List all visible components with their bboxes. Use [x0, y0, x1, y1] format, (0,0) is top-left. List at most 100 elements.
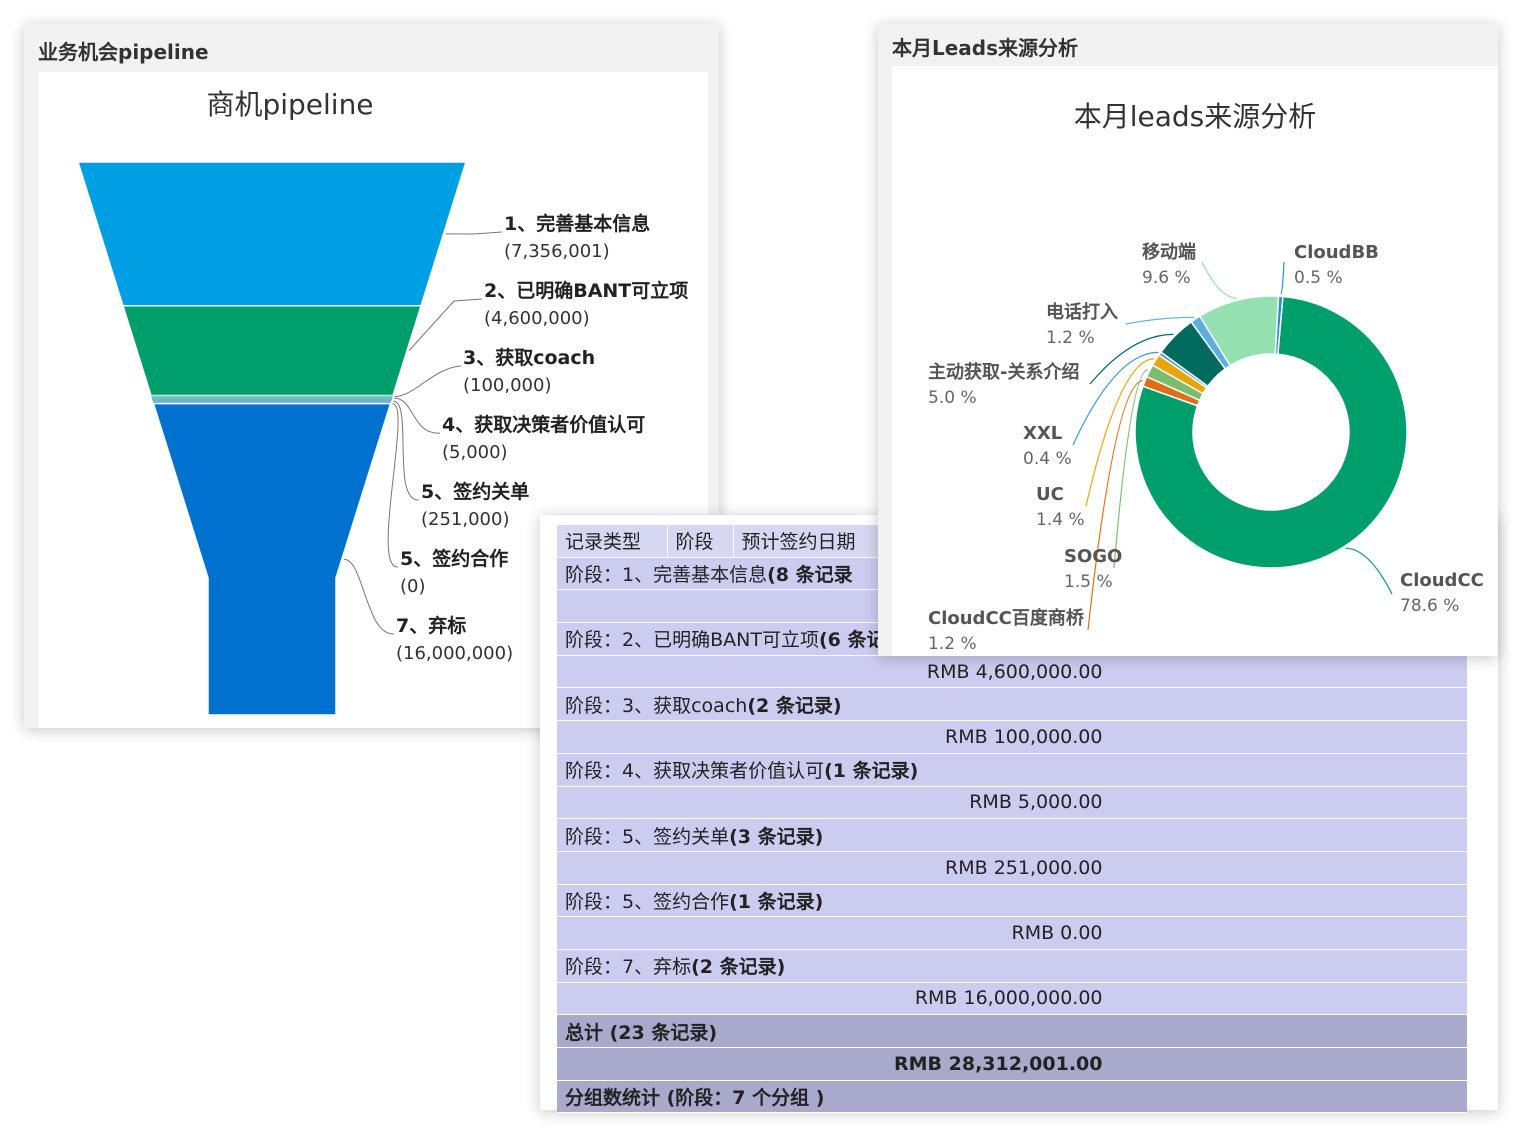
column-header-expected-sign-date[interactable]: 预计签约日期	[733, 525, 884, 558]
funnel-label-leader	[394, 365, 462, 398]
donut-label-leader	[1201, 261, 1238, 299]
leads-source-panel: 本月Leads来源分析 本月leads来源分析 CloudCC 78.6 % Clou…	[878, 24, 1498, 656]
group-amount-cell: RMB 100,000.00	[557, 720, 1467, 754]
table-row[interactable]: 阶段：3、获取coach(2 条记录)	[557, 687, 1467, 722]
donut-label-name: XXL	[1023, 423, 1062, 444]
total-label-cell: 总计 (23 条记录)	[557, 1014, 1467, 1048]
group-label: 2、已明确BANT可立项	[622, 629, 819, 652]
group-heading-cell: 阶段：4、获取决策者价值认可(1 条记录)	[557, 753, 1467, 787]
group-record-count: (2 条记录)	[747, 694, 842, 717]
group-prefix: 阶段：	[565, 564, 623, 587]
group-record-count: (2 条记录)	[691, 956, 786, 979]
funnel-segment[interactable]	[76, 161, 468, 307]
donut-chart: 本月leads来源分析 CloudCC 78.6 % CloudCC百度商桥 1.2 %…	[928, 100, 1484, 654]
pipeline-panel-title: 业务机会pipeline	[38, 40, 209, 64]
donut-label-name: 移动端	[1142, 241, 1196, 263]
funnel-label-name: 3、获取coach	[463, 346, 595, 369]
funnel-label-name: 1、完善基本信息	[504, 212, 650, 235]
funnel-segment[interactable]	[121, 304, 423, 397]
funnel-label-value: (7,356,001)	[504, 241, 610, 262]
funnel-label-name: 7、弃标	[396, 614, 466, 637]
group-label: 7、弃标	[622, 956, 692, 979]
donut-label-value: 78.6 %	[1400, 596, 1459, 616]
group-amount-cell: RMB 0.00	[557, 916, 1467, 950]
group-amount-cell: RMB 16,000,000.00	[557, 982, 1467, 1016]
group-prefix: 阶段：	[565, 890, 623, 913]
funnel-label-leader	[445, 231, 503, 235]
group-prefix: 阶段：	[565, 694, 623, 717]
donut-label-name: CloudCC百度商桥	[928, 607, 1085, 629]
donut-label-leader	[1345, 547, 1393, 595]
table-row[interactable]: 阶段：5、签约合作(1 条记录)	[557, 884, 1467, 918]
donut-label-name: CloudBB	[1294, 242, 1379, 263]
donut-label-value: 1.2 %	[928, 634, 977, 654]
donut-label-name: CloudCC	[1400, 570, 1484, 591]
funnel-label-value: (251,000)	[421, 509, 509, 530]
funnel-label-name: 2、已明确BANT可立项	[484, 279, 688, 302]
donut-label-value: 1.2 %	[1046, 328, 1095, 348]
table-row[interactable]: 阶段：4、获取决策者价值认可(1 条记录)	[557, 753, 1467, 787]
funnel-label-name: 4、获取决策者价值认可	[442, 413, 645, 436]
donut-label-value: 5.0 %	[928, 388, 977, 408]
group-record-count: (8 条记录	[767, 564, 853, 587]
group-amount-cell: RMB 251,000.00	[557, 851, 1467, 885]
group-record-count: (1 条记录)	[729, 890, 824, 913]
group-heading-cell: 阶段：5、签约合作(1 条记录)	[557, 884, 1467, 918]
funnel-label-value: (4,600,000)	[484, 308, 590, 329]
donut-label-leader	[1280, 261, 1285, 295]
table-row: 分组数统计 (阶段：7 个分组 )	[557, 1080, 1467, 1114]
table-row: RMB 28,312,001.00	[557, 1047, 1467, 1081]
table-row: RMB 4,600,000.00	[557, 655, 1467, 689]
group-record-count: (3 条记录)	[729, 825, 824, 848]
table-row: 总计 (23 条记录)	[557, 1014, 1467, 1048]
group-prefix: 阶段：	[565, 825, 623, 848]
group-record-count: (1 条记录)	[824, 760, 919, 783]
group-prefix: 阶段：	[565, 760, 623, 783]
total-amount-cell: RMB 28,312,001.00	[557, 1047, 1467, 1081]
group-count-cell: 分组数统计 (阶段：7 个分组 )	[557, 1080, 1467, 1114]
table-row: RMB 251,000.00	[557, 851, 1467, 885]
funnel-label-value: (100,000)	[463, 375, 551, 396]
funnel-label-leader	[394, 397, 441, 434]
group-label: 5、签约合作	[622, 890, 730, 913]
group-label: 4、获取决策者价值认可	[622, 760, 825, 783]
funnel-label-value: (0)	[400, 576, 426, 597]
group-heading-cell: 阶段：3、获取coach(2 条记录)	[557, 687, 1467, 722]
donut-label-value: 0.5 %	[1294, 268, 1343, 288]
column-header-stage[interactable]: 阶段	[667, 525, 734, 558]
funnel-label-value: (16,000,000)	[396, 643, 513, 664]
table-row: RMB 0.00	[557, 916, 1467, 950]
leads-panel-title: 本月Leads来源分析	[892, 36, 1079, 60]
funnel-label-leader	[387, 403, 399, 568]
funnel-label-value: (5,000)	[442, 442, 508, 463]
funnel-label-name: 5、签约关单	[421, 480, 529, 503]
group-amount-cell: RMB 4,600,000.00	[557, 655, 1467, 689]
group-prefix: 阶段：	[565, 629, 623, 652]
donut-label-name: 主动获取-关系介绍	[928, 361, 1079, 383]
donut-label-name: UC	[1036, 484, 1064, 505]
donut-label-name: 电话打入	[1046, 301, 1118, 323]
table-row[interactable]: 阶段：5、签约关单(3 条记录)	[557, 818, 1467, 852]
group-prefix: 阶段：	[565, 956, 623, 979]
donut-label-value: 1.5 %	[1064, 572, 1113, 592]
funnel-segment[interactable]	[151, 397, 393, 399]
column-header-record-type[interactable]: 记录类型	[557, 525, 668, 558]
funnel-segment[interactable]	[152, 402, 392, 716]
table-row: RMB 5,000.00	[557, 786, 1467, 820]
funnel-segment[interactable]	[151, 395, 393, 398]
donut-title: 本月leads来源分析	[1074, 100, 1317, 133]
donut-label-value: 0.4 %	[1023, 449, 1072, 469]
table-row: RMB 100,000.00	[557, 720, 1467, 754]
group-label: 3、获取coach	[622, 694, 748, 717]
group-label: 5、签约关单	[622, 825, 730, 848]
group-label: 1、完善基本信息	[622, 564, 768, 587]
table-row: RMB 16,000,000.00	[557, 982, 1467, 1016]
donut-label-name: SOGO	[1064, 546, 1122, 567]
donut-label-value: 9.6 %	[1142, 268, 1191, 288]
funnel-label-leader	[343, 558, 395, 635]
group-heading-cell: 阶段：5、签约关单(3 条记录)	[557, 818, 1467, 852]
group-amount-cell: RMB 5,000.00	[557, 786, 1467, 820]
donut-label-leader	[1087, 380, 1144, 631]
table-row[interactable]: 阶段：7、弃标(2 条记录)	[557, 949, 1467, 983]
donut-label-leader	[1125, 316, 1195, 325]
